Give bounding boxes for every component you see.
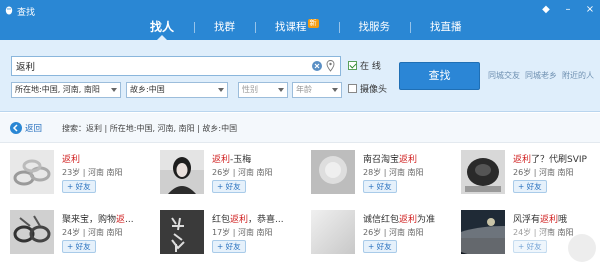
online-checkbox[interactable] <box>348 61 357 70</box>
avatar[interactable] <box>10 210 54 254</box>
online-label: 在 线 <box>360 62 381 72</box>
breadcrumb: 返回 搜索：返利 | 所在地:中国, 河南, 南阳 | 故乡:中国 <box>0 113 600 143</box>
add-friend-button[interactable]: + 好友 <box>513 180 547 193</box>
tab-find-course[interactable]: 找课程新 <box>255 16 339 38</box>
avatar[interactable] <box>461 150 505 194</box>
add-friend-button[interactable]: + 好友 <box>363 180 397 193</box>
back-arrow-icon <box>10 122 22 134</box>
result-card[interactable]: 南召淘宝返利 28岁 | 河南 南阳 + 好友 <box>311 150 451 200</box>
window-title: 查找 <box>17 8 36 18</box>
result-name[interactable]: 诚信红包返利为准 <box>363 212 435 225</box>
add-friend-button[interactable]: + 好友 <box>363 240 397 253</box>
search-panel: 在 线 摄像头 所在地:中国, 河南, 南阳 故乡:中国 性别 年龄 查找 同城… <box>0 40 600 112</box>
search-box <box>11 56 341 76</box>
lock-icon[interactable]: ◆ <box>540 4 552 16</box>
qq-penguin-icon <box>5 6 13 15</box>
avatar[interactable] <box>311 150 355 194</box>
back-button[interactable]: 返回 <box>10 122 42 134</box>
location-select[interactable]: 所在地:中国, 河南, 南阳 <box>11 82 121 98</box>
chevron-down-icon <box>111 88 117 92</box>
avatar[interactable] <box>160 210 204 254</box>
title-bar: 查找 ◆ – × 找人 找群 找课程新 找服务 找直播 <box>0 0 600 40</box>
link-local-townsmen[interactable]: 同城老乡 <box>525 70 557 81</box>
window-controls: ◆ – × <box>540 4 596 16</box>
tab-find-people[interactable]: 找人 <box>130 16 194 40</box>
gender-select[interactable]: 性别 <box>238 82 288 98</box>
camera-option[interactable]: 摄像头 <box>348 82 387 95</box>
location-pin-icon[interactable] <box>326 60 335 72</box>
result-info: 26岁 | 河南 南阳 <box>513 168 574 177</box>
tab-find-group[interactable]: 找群 <box>194 16 255 38</box>
chevron-down-icon <box>218 88 224 92</box>
result-card[interactable]: 红包返利，恭喜... 17岁 | 河南 南阳 + 好友 <box>160 210 300 260</box>
result-card[interactable]: 返利了？代刷SVIP 26岁 | 河南 南阳 + 好友 <box>461 150 600 200</box>
result-name[interactable]: 返利 <box>62 152 80 165</box>
quick-links: 同城交友 同城老乡 附近的人 <box>488 70 594 81</box>
add-friend-button[interactable]: + 好友 <box>62 180 96 193</box>
tab-find-service[interactable]: 找服务 <box>338 16 411 38</box>
result-info: 24岁 | 河南 南阳 <box>62 228 123 237</box>
chevron-down-icon <box>278 88 284 92</box>
result-name[interactable]: 返利-玉梅 <box>212 152 251 165</box>
result-info: 26岁 | 河南 南阳 <box>212 168 273 177</box>
search-summary: 搜索：返利 | 所在地:中国, 河南, 南阳 | 故乡:中国 <box>62 124 238 133</box>
add-friend-button[interactable]: + 好友 <box>212 180 246 193</box>
result-info: 17岁 | 河南 南阳 <box>212 228 273 237</box>
add-friend-button[interactable]: + 好友 <box>62 240 96 253</box>
watermark-logo <box>449 226 596 262</box>
result-name[interactable]: 南召淘宝返利 <box>363 152 417 165</box>
search-input[interactable] <box>16 59 296 73</box>
minimize-icon[interactable]: – <box>562 4 574 16</box>
result-card[interactable]: 返利 23岁 | 河南 南阳 + 好友 <box>10 150 150 200</box>
chevron-down-icon <box>332 88 338 92</box>
age-select[interactable]: 年龄 <box>292 82 342 98</box>
result-card[interactable]: 返利-玉梅 26岁 | 河南 南阳 + 好友 <box>160 150 300 200</box>
back-label: 返回 <box>25 124 43 134</box>
close-icon[interactable]: × <box>584 4 596 16</box>
result-info: 28岁 | 河南 南阳 <box>363 168 424 177</box>
search-button[interactable]: 查找 <box>399 62 480 90</box>
result-name[interactable]: 聚来宝，购物返... <box>62 212 134 225</box>
hometown-select[interactable]: 故乡:中国 <box>126 82 228 98</box>
avatar[interactable] <box>10 150 54 194</box>
result-card[interactable]: 诚信红包返利为准 26岁 | 河南 南阳 + 好友 <box>311 210 451 260</box>
result-card[interactable]: 聚来宝，购物返... 24岁 | 河南 南阳 + 好友 <box>10 210 150 260</box>
link-nearby-people[interactable]: 附近的人 <box>562 70 594 81</box>
result-info: 23岁 | 河南 南阳 <box>62 168 123 177</box>
camera-checkbox[interactable] <box>348 84 357 93</box>
avatar[interactable] <box>311 210 355 254</box>
tab-bar: 找人 找群 找课程新 找服务 找直播 <box>130 16 482 40</box>
online-option[interactable]: 在 线 <box>348 59 381 72</box>
clear-icon[interactable] <box>312 61 322 71</box>
result-name[interactable]: 返利了？代刷SVIP <box>513 152 587 165</box>
result-info: 26岁 | 河南 南阳 <box>363 228 424 237</box>
camera-label: 摄像头 <box>360 85 388 95</box>
add-friend-button[interactable]: + 好友 <box>212 240 246 253</box>
link-local-friends[interactable]: 同城交友 <box>488 70 520 81</box>
result-name[interactable]: 红包返利，恭喜... <box>212 212 284 225</box>
avatar[interactable] <box>160 150 204 194</box>
new-badge: 新 <box>307 19 319 28</box>
tab-find-live[interactable]: 找直播 <box>410 16 482 38</box>
